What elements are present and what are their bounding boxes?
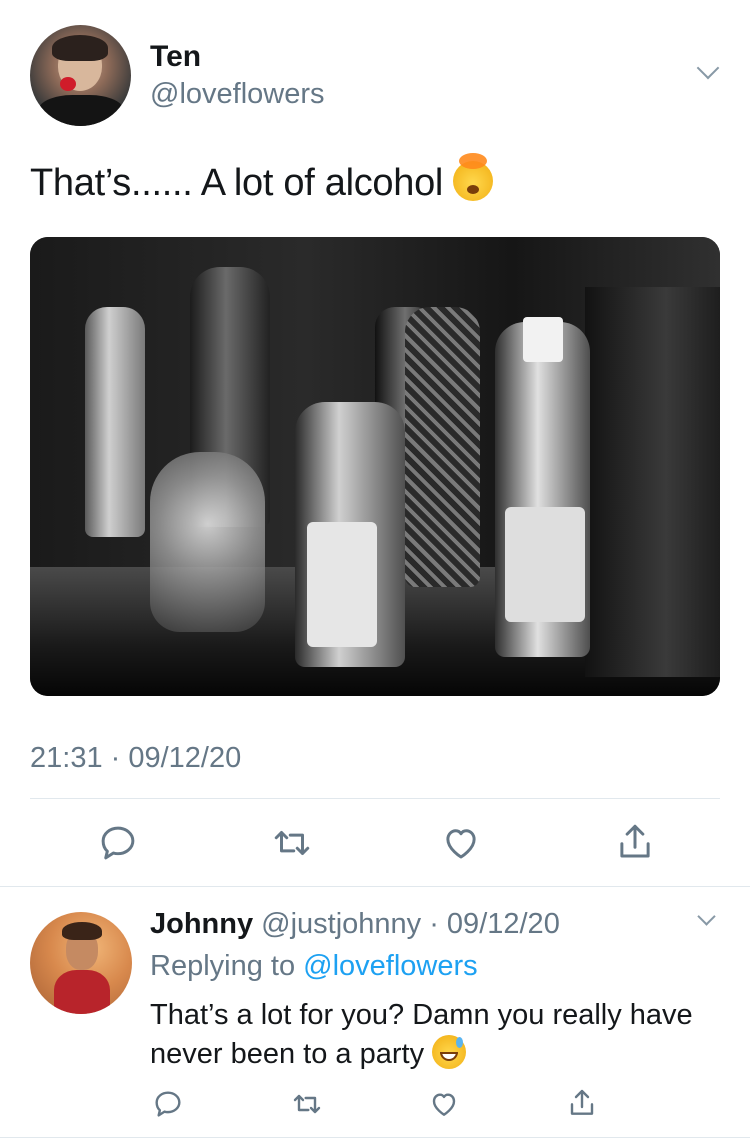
bottle-cap — [523, 317, 563, 362]
reply-header: Johnny @justjohnny · 09/12/20 — [150, 908, 560, 941]
author-avatar[interactable] — [30, 25, 131, 126]
share-icon[interactable] — [614, 820, 656, 864]
exploding-head-emoji — [453, 152, 494, 201]
photo-skull-bottle — [150, 452, 265, 632]
reply-text: That’s a lot for you? Damn you really ha… — [150, 996, 730, 1074]
like-icon[interactable] — [428, 1088, 460, 1120]
tweet-timestamp[interactable]: 21:31 · 09/12/20 — [30, 742, 241, 775]
retweet-icon[interactable] — [290, 1088, 324, 1120]
grinning-face-with-sweat-emoji — [432, 1035, 467, 1070]
reply-date: · 09/12/20 — [429, 908, 560, 940]
tweet-text-content: That’s...... A lot of alcohol — [30, 162, 444, 204]
avatar-shirt — [38, 95, 124, 126]
retweet-icon[interactable] — [270, 822, 314, 864]
reply-text-content: That’s a lot for you? Damn you really ha… — [150, 999, 693, 1070]
chevron-down-icon[interactable] — [697, 907, 716, 926]
reply-author-avatar[interactable] — [30, 912, 132, 1014]
bottle-label — [307, 522, 377, 647]
photo-machine — [585, 287, 720, 677]
reply-icon[interactable] — [97, 822, 139, 864]
avatar-hair — [62, 922, 102, 940]
photo-gin-bottle — [295, 402, 405, 667]
replying-to-link[interactable]: @loveflowers — [303, 950, 478, 982]
chevron-down-icon[interactable] — [696, 56, 720, 80]
avatar-shirt — [54, 970, 110, 1014]
replying-to-prefix: Replying to — [150, 950, 296, 982]
author-handle[interactable]: @loveflowers — [150, 78, 325, 111]
photo-bottle — [85, 307, 145, 537]
photo-aperitivo-bottle — [495, 317, 590, 657]
replying-to: Replying to @loveflowers — [150, 950, 478, 983]
reply-icon[interactable] — [152, 1088, 184, 1120]
author-display-name[interactable]: Ten — [150, 40, 201, 74]
divider — [0, 886, 750, 887]
reply-author-handle[interactable]: @justjohnny — [261, 908, 421, 940]
bottle-label — [505, 507, 585, 622]
tweet-photo[interactable] — [30, 237, 720, 696]
tweet-text: That’s...... A lot of alcohol — [30, 152, 494, 205]
like-icon[interactable] — [440, 822, 482, 864]
divider — [30, 798, 720, 799]
photo-bottle — [405, 307, 480, 587]
avatar-hair — [52, 35, 108, 61]
divider — [0, 1137, 750, 1138]
share-icon[interactable] — [566, 1086, 598, 1120]
avatar-rose — [60, 77, 76, 91]
reply-author-name[interactable]: Johnny — [150, 908, 253, 940]
